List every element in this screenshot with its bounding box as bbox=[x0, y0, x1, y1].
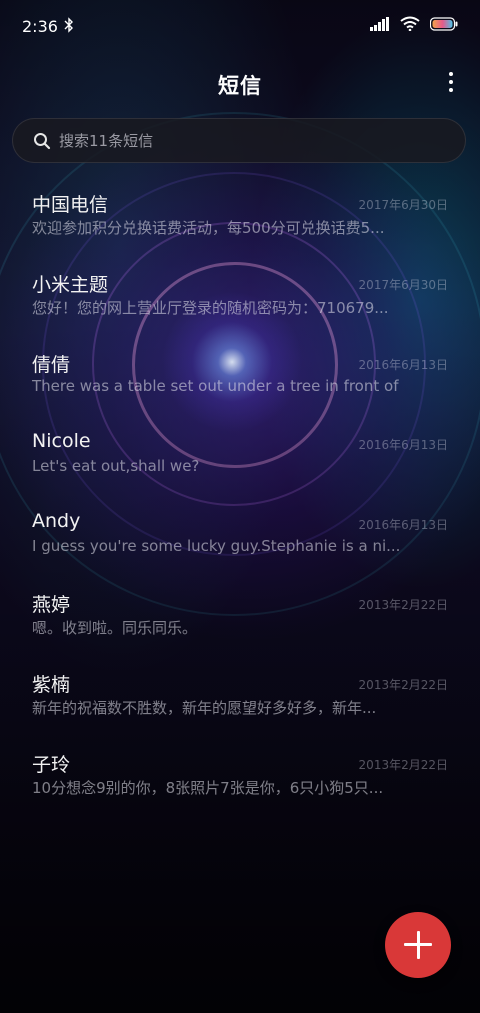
status-time: 2:36 bbox=[22, 17, 58, 36]
contact-name: 子玲 bbox=[32, 754, 71, 776]
message-preview: 新年的祝福数不胜数，新年的愿望好多好多，新年... bbox=[32, 699, 377, 717]
message-preview: Let's eat out,shall we? bbox=[32, 457, 200, 475]
conversation-row[interactable]: Andy 2016年6月13日 I guess you're some luck… bbox=[0, 500, 480, 580]
conversation-row[interactable]: 中国电信 2017年6月30日 欢迎参加积分兑换话费活动，每500分可兑换话费5… bbox=[0, 180, 480, 260]
status-bar: 2:36 bbox=[0, 0, 480, 52]
new-message-button[interactable] bbox=[385, 912, 451, 978]
contact-name: 小米主题 bbox=[32, 274, 109, 296]
message-date: 2013年2月22日 bbox=[358, 678, 448, 692]
wifi-icon bbox=[400, 16, 420, 35]
conversation-list: 中国电信 2017年6月30日 欢迎参加积分兑换话费活动，每500分可兑换话费5… bbox=[0, 180, 480, 820]
message-date: 2016年6月13日 bbox=[358, 358, 448, 372]
conversation-row[interactable]: 紫楠 2013年2月22日 新年的祝福数不胜数，新年的愿望好多好多，新年... bbox=[0, 660, 480, 740]
status-right bbox=[370, 16, 458, 35]
contact-name: 燕婷 bbox=[32, 594, 71, 616]
message-date: 2016年6月13日 bbox=[358, 438, 448, 452]
message-preview: 嗯。收到啦。同乐同乐。 bbox=[32, 619, 198, 637]
conversation-row[interactable]: 子玲 2013年2月22日 10分想念9别的你，8张照片7张是你，6只小狗5只.… bbox=[0, 740, 480, 820]
message-preview: There was a table set out under a tree i… bbox=[32, 377, 402, 395]
message-date: 2017年6月30日 bbox=[358, 278, 448, 292]
contact-name: Nicole bbox=[32, 430, 91, 452]
bluetooth-icon bbox=[64, 17, 74, 37]
search-icon bbox=[33, 132, 51, 150]
message-preview: 10分想念9别的你，8张照片7张是你，6只小狗5只... bbox=[32, 779, 384, 797]
message-date: 2013年2月22日 bbox=[358, 598, 448, 612]
search-input[interactable] bbox=[59, 131, 465, 150]
conversation-row[interactable]: 燕婷 2013年2月22日 嗯。收到啦。同乐同乐。 bbox=[0, 580, 480, 660]
message-date: 2013年2月22日 bbox=[358, 758, 448, 772]
contact-name: Andy bbox=[32, 510, 81, 532]
more-options-icon[interactable] bbox=[448, 72, 454, 94]
page-title: 短信 bbox=[218, 74, 262, 98]
message-preview: 您好！您的网上营业厅登录的随机密码为：710679... bbox=[32, 299, 389, 317]
conversation-row[interactable]: Nicole 2016年6月13日 Let's eat out,shall we… bbox=[0, 420, 480, 500]
contact-name: 紫楠 bbox=[32, 674, 71, 696]
contact-name: 中国电信 bbox=[32, 194, 109, 216]
message-preview: 欢迎参加积分兑换话费活动，每500分可兑换话费5... bbox=[32, 219, 385, 237]
conversation-row[interactable]: 倩倩 2016年6月13日 There was a table set out … bbox=[0, 340, 480, 420]
message-date: 2017年6月30日 bbox=[358, 198, 448, 212]
conversation-row[interactable]: 小米主题 2017年6月30日 您好！您的网上营业厅登录的随机密码为：71067… bbox=[0, 260, 480, 340]
message-preview: I guess you're some lucky guy.Stephanie … bbox=[32, 537, 401, 555]
search-bar[interactable] bbox=[12, 118, 466, 163]
signal-icon bbox=[370, 16, 390, 35]
app-bar: 短信 bbox=[0, 62, 480, 106]
battery-icon bbox=[429, 16, 458, 35]
message-date: 2016年6月13日 bbox=[358, 518, 448, 532]
contact-name: 倩倩 bbox=[32, 354, 71, 376]
